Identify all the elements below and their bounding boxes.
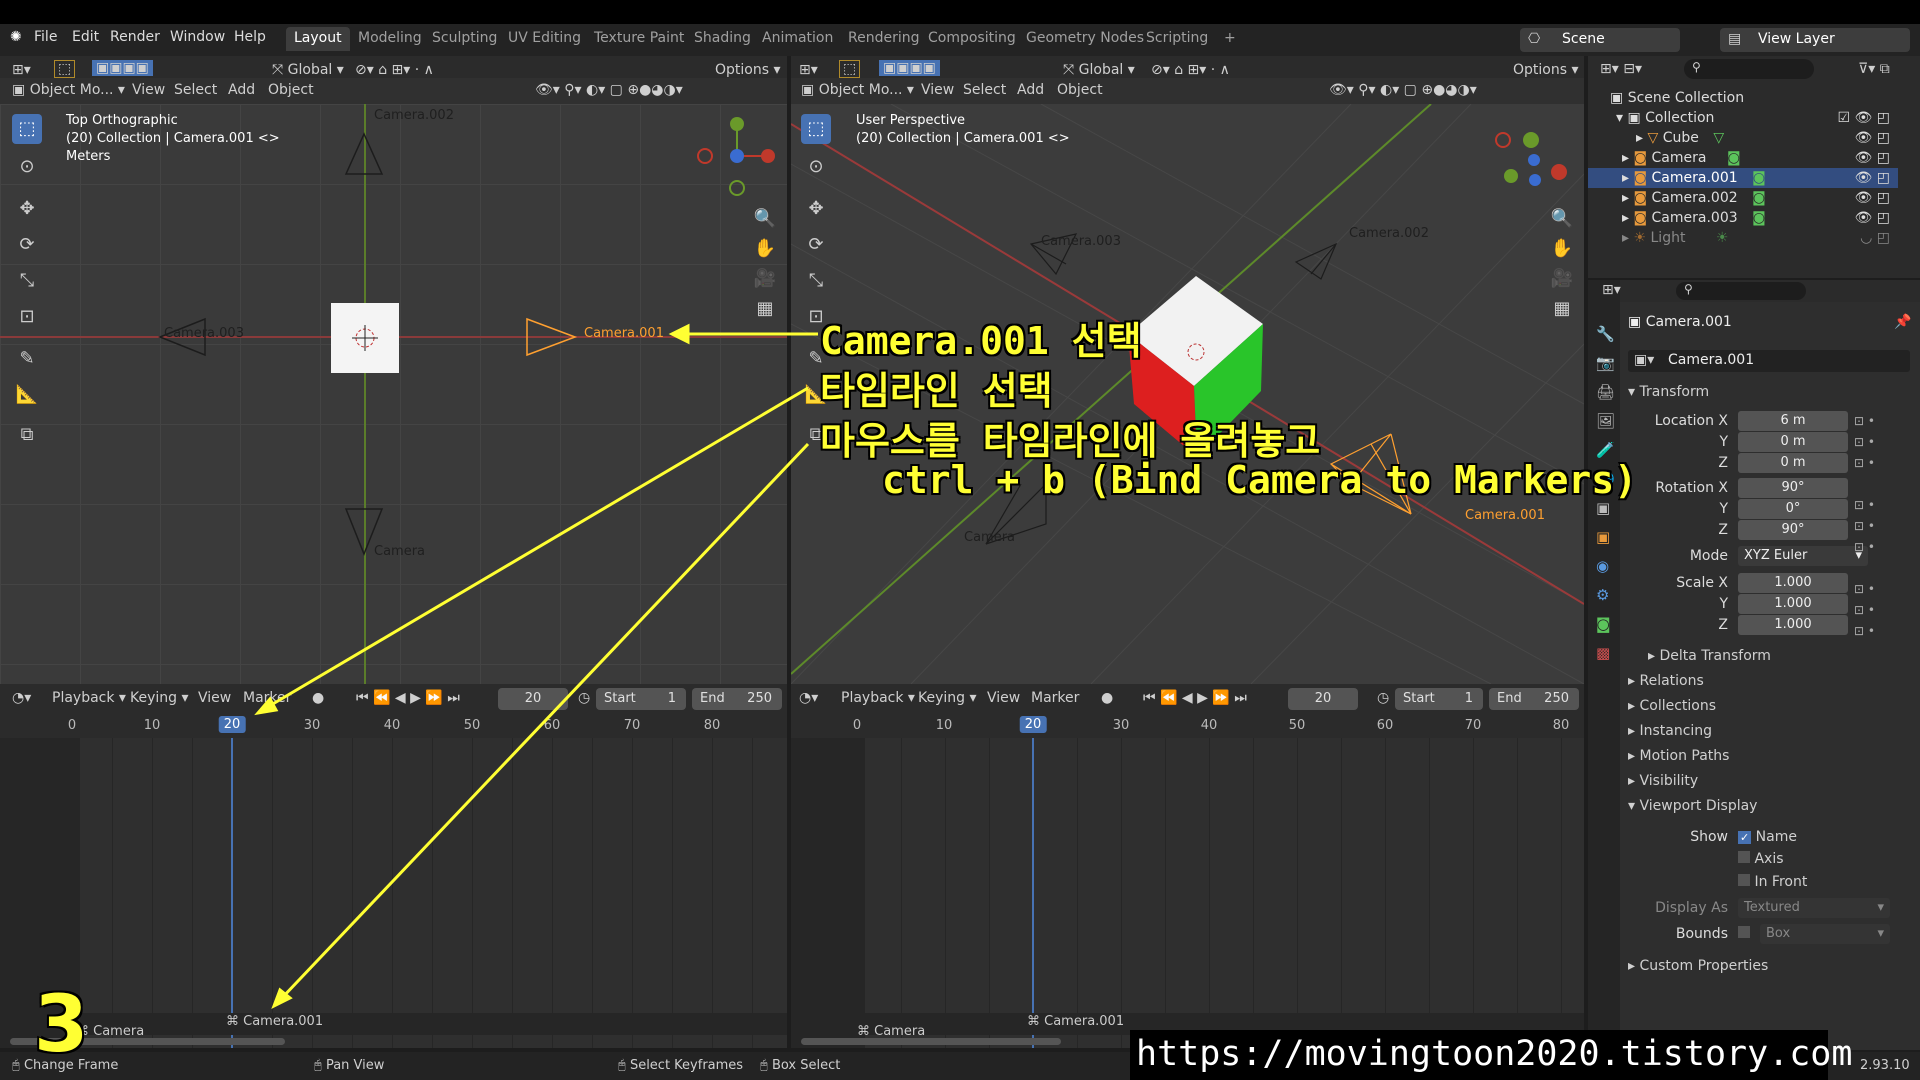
watermark-box: https://movingtoon2020.tistory.com xyxy=(1130,1030,1852,1080)
annotation-line-3: 마우스를 타임라인에 올려놓고 xyxy=(820,419,1321,463)
annotation-line-1: Camera.001 선택 xyxy=(820,319,1142,363)
annotation-line-2: 타임라인 선택 xyxy=(820,369,1053,413)
step-number: 3 xyxy=(34,980,89,1070)
annotation-line-4: ctrl + b (Bind Camera to Markers) xyxy=(882,458,1637,502)
annotation-arrows xyxy=(254,323,818,1010)
watermark-url: https://movingtoon2020.tistory.com xyxy=(1136,1034,1853,1074)
